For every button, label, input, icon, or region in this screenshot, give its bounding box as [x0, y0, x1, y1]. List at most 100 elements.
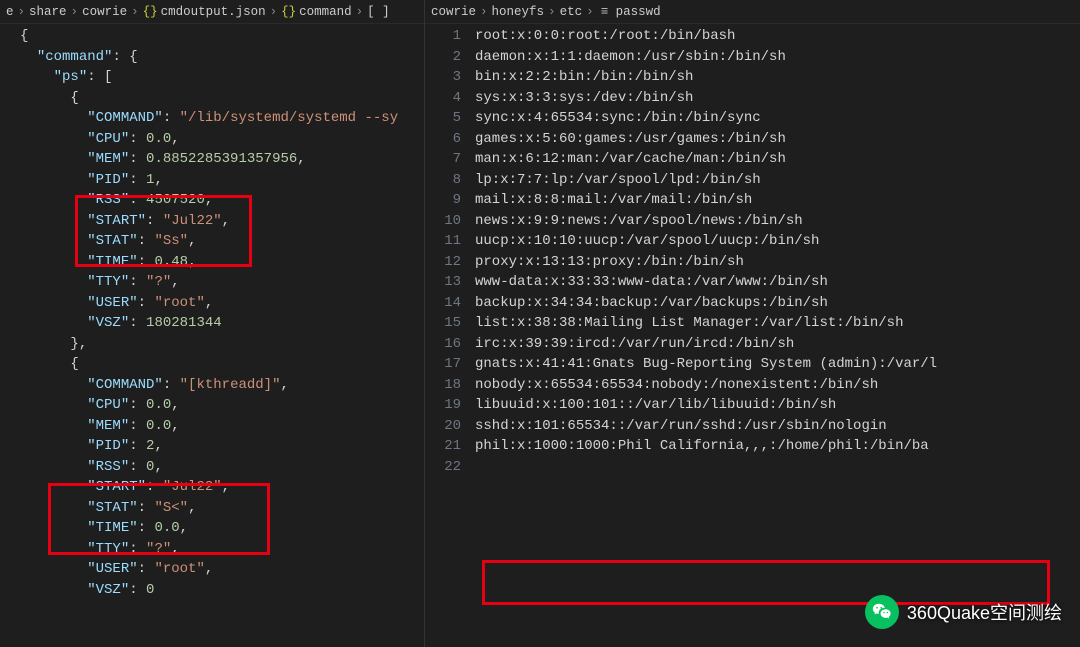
right-editor-pane: cowrie›honeyfs›etc›≡passwd 1234567891011… [425, 0, 1080, 647]
code-line[interactable]: "TTY": "?", [20, 272, 424, 293]
code-line[interactable]: lp:x:7:7:lp:/var/spool/lpd:/bin/sh [475, 170, 1080, 191]
code-line[interactable] [475, 457, 1080, 478]
breadcrumb-separator-icon: › [71, 5, 79, 19]
json-editor[interactable]: { "command": { "ps": [ { "COMMAND": "/li… [0, 24, 424, 647]
code-line[interactable]: "COMMAND": "[kthreadd]", [20, 375, 424, 396]
line-number: 14 [425, 293, 461, 314]
code-line[interactable]: phil:x:1000:1000:Phil California,,,:/hom… [475, 436, 1080, 457]
breadcrumb-separator-icon: › [131, 5, 139, 19]
code-line[interactable]: "PID": 2, [20, 436, 424, 457]
code-line[interactable]: { [20, 88, 424, 109]
breadcrumb-left[interactable]: e›share›cowrie›{}cmdoutput.json›{}comman… [0, 0, 424, 24]
breadcrumb-separator-icon: › [548, 5, 556, 19]
breadcrumb-separator-icon: › [356, 5, 364, 19]
code-line[interactable]: nobody:x:65534:65534:nobody:/nonexistent… [475, 375, 1080, 396]
left-editor-pane: e›share›cowrie›{}cmdoutput.json›{}comman… [0, 0, 425, 647]
code-line[interactable]: sys:x:3:3:sys:/dev:/bin/sh [475, 88, 1080, 109]
line-number: 22 [425, 457, 461, 478]
breadcrumb-item[interactable]: share [29, 5, 67, 19]
code-line[interactable]: "command": { [20, 47, 424, 68]
code-line[interactable]: "STAT": "Ss", [20, 231, 424, 252]
code-line[interactable]: "COMMAND": "/lib/systemd/systemd --sy [20, 108, 424, 129]
code-line[interactable]: "ps": [ [20, 67, 424, 88]
breadcrumb-right[interactable]: cowrie›honeyfs›etc›≡passwd [425, 0, 1080, 24]
json-braces-icon: {} [143, 5, 157, 19]
code-line[interactable]: bin:x:2:2:bin:/bin:/bin/sh [475, 67, 1080, 88]
code-line[interactable]: "MEM": 0.8852285391357956, [20, 149, 424, 170]
line-number: 3 [425, 67, 461, 88]
code-line[interactable]: daemon:x:1:1:daemon:/usr/sbin:/bin/sh [475, 47, 1080, 68]
line-number: 17 [425, 354, 461, 375]
code-line[interactable]: "USER": "root", [20, 293, 424, 314]
code-line[interactable]: "START": "Jul22", [20, 211, 424, 232]
code-line[interactable]: root:x:0:0:root:/root:/bin/bash [475, 26, 1080, 47]
code-line[interactable]: "MEM": 0.0, [20, 416, 424, 437]
line-number: 8 [425, 170, 461, 191]
code-line[interactable]: "VSZ": 180281344 [20, 313, 424, 334]
code-line[interactable]: games:x:5:60:games:/usr/games:/bin/sh [475, 129, 1080, 150]
line-number: 21 [425, 436, 461, 457]
code-line[interactable]: mail:x:8:8:mail:/var/mail:/bin/sh [475, 190, 1080, 211]
line-number: 9 [425, 190, 461, 211]
code-line[interactable]: gnats:x:41:41:Gnats Bug-Reporting System… [475, 354, 1080, 375]
code-line[interactable]: sshd:x:101:65534::/var/run/sshd:/usr/sbi… [475, 416, 1080, 437]
code-line[interactable]: "TTY": "?", [20, 539, 424, 560]
line-number: 16 [425, 334, 461, 355]
breadcrumb-item[interactable]: cowrie [431, 5, 476, 19]
code-line[interactable]: "TIME": 0.48, [20, 252, 424, 273]
breadcrumb-separator-icon: › [586, 5, 594, 19]
wechat-icon [865, 595, 899, 629]
line-number: 12 [425, 252, 461, 273]
line-number: 4 [425, 88, 461, 109]
code-line[interactable]: uucp:x:10:10:uucp:/var/spool/uucp:/bin/s… [475, 231, 1080, 252]
code-line[interactable]: "CPU": 0.0, [20, 129, 424, 150]
code-line[interactable]: news:x:9:9:news:/var/spool/news:/bin/sh [475, 211, 1080, 232]
passwd-editor[interactable]: 12345678910111213141516171819202122 root… [425, 24, 1080, 647]
json-code[interactable]: { "command": { "ps": [ { "COMMAND": "/li… [0, 24, 424, 647]
code-line[interactable]: "PID": 1, [20, 170, 424, 191]
split-view: e›share›cowrie›{}cmdoutput.json›{}comman… [0, 0, 1080, 647]
code-line[interactable]: man:x:6:12:man:/var/cache/man:/bin/sh [475, 149, 1080, 170]
code-line[interactable]: "TIME": 0.0, [20, 518, 424, 539]
code-line[interactable]: sync:x:4:65534:sync:/bin:/bin/sync [475, 108, 1080, 129]
breadcrumb-item[interactable]: {}cmdoutput.json [143, 5, 266, 19]
breadcrumb-item[interactable]: {}command [281, 5, 352, 19]
code-line[interactable]: { [20, 26, 424, 47]
line-number: 10 [425, 211, 461, 232]
breadcrumb-item[interactable]: ≡passwd [598, 5, 661, 19]
line-number: 2 [425, 47, 461, 68]
line-number: 1 [425, 26, 461, 47]
code-line[interactable]: proxy:x:13:13:proxy:/bin:/bin/sh [475, 252, 1080, 273]
breadcrumb-item[interactable]: etc [560, 5, 583, 19]
code-line[interactable]: irc:x:39:39:ircd:/var/run/ircd:/bin/sh [475, 334, 1080, 355]
line-number: 20 [425, 416, 461, 437]
line-number: 6 [425, 129, 461, 150]
code-line[interactable]: "USER": "root", [20, 559, 424, 580]
breadcrumb-item[interactable]: e [6, 5, 14, 19]
watermark: 360Quake空间测绘 [865, 595, 1062, 629]
code-line[interactable]: "START": "Jul22", [20, 477, 424, 498]
code-line[interactable]: "RSS": 4507520, [20, 190, 424, 211]
code-line[interactable]: }, [20, 334, 424, 355]
code-line[interactable]: "RSS": 0, [20, 457, 424, 478]
code-line[interactable]: backup:x:34:34:backup:/var/backups:/bin/… [475, 293, 1080, 314]
code-line[interactable]: "VSZ": 0 [20, 580, 424, 601]
breadcrumb-separator-icon: › [480, 5, 488, 19]
breadcrumb-item[interactable]: honeyfs [492, 5, 545, 19]
line-gutter: 12345678910111213141516171819202122 [425, 24, 475, 647]
code-line[interactable]: "CPU": 0.0, [20, 395, 424, 416]
passwd-code[interactable]: root:x:0:0:root:/root:/bin/bashdaemon:x:… [475, 24, 1080, 647]
json-braces-icon: {} [281, 5, 295, 19]
code-line[interactable]: { [20, 354, 424, 375]
code-line[interactable]: www-data:x:33:33:www-data:/var/www:/bin/… [475, 272, 1080, 293]
line-number: 7 [425, 149, 461, 170]
breadcrumb-item[interactable]: cowrie [82, 5, 127, 19]
code-line[interactable]: list:x:38:38:Mailing List Manager:/var/l… [475, 313, 1080, 334]
code-line[interactable]: "STAT": "S<", [20, 498, 424, 519]
line-number: 19 [425, 395, 461, 416]
breadcrumb-item[interactable]: [ ] [367, 5, 390, 19]
line-number: 18 [425, 375, 461, 396]
code-line[interactable]: libuuid:x:100:101::/var/lib/libuuid:/bin… [475, 395, 1080, 416]
line-number: 15 [425, 313, 461, 334]
breadcrumb-separator-icon: › [270, 5, 278, 19]
